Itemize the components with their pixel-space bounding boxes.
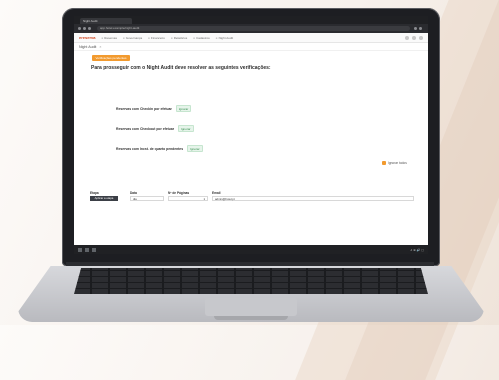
profile-icon[interactable] [419,27,422,30]
user-avatar[interactable] [419,35,423,40]
search-icon[interactable] [85,247,89,252]
trackpad [205,298,297,316]
nav-item-relatorios[interactable]: Relatórios [171,36,188,40]
apply-step-button[interactable]: Aplicar a etapa [90,196,118,201]
browser-tab[interactable]: Night Audit [80,18,132,24]
settings-icon[interactable] [412,35,416,40]
ignore-all-checkbox[interactable] [382,161,386,165]
date-field[interactable]: dia [130,196,164,201]
pages-field[interactable]: 1 [168,196,208,201]
check-label: Reservas com Checkout por efetuar [116,126,175,131]
back-icon[interactable] [78,27,81,30]
tab-night-audit[interactable]: Night Audit [79,45,96,49]
email-label: Email [212,191,221,195]
app-header: ereserva Reservas Governança Financeiro … [74,33,428,43]
windows-start-icon[interactable] [78,247,82,252]
header-actions [405,35,423,40]
ignore-badge[interactable]: Ignorar [178,125,194,132]
page-title: Para prosseguir com o Night Audit deve r… [91,65,271,71]
check-label: Reservas com Incst. de quarto pendentes [116,146,184,151]
app-logo[interactable]: ereserva [79,35,95,40]
browser-tab-label: Night Audit [83,19,98,23]
nav-item-financeiro[interactable]: Financeiro [148,36,165,40]
ignore-badge[interactable]: Ignorar [175,105,192,112]
page-tabs: Night Audit × [74,43,428,51]
browser-tabbar: Night Audit [74,16,428,24]
address-bar[interactable]: app.hotel.example/night-audit [97,26,410,31]
file-explorer-icon[interactable] [92,247,96,252]
laptop-keyboard [74,268,428,294]
notification-icon[interactable] [405,35,409,40]
os-taskbar: ∧ ⊕ 🔊 ▢ [74,245,428,254]
pages-label: Nº de Páginas [168,191,190,195]
browser-urlbar: app.hotel.example/night-audit [74,24,428,33]
check-item: Reservas com Checkout por efetuar Ignora… [116,125,194,132]
date-label: Data [130,191,137,195]
main-content: Verificações pendentes Para prosseguir c… [74,51,428,236]
check-item: Reservas com Checkin por efetuar Ignorar [116,105,192,112]
nav-item-reservas[interactable]: Reservas [101,36,117,40]
system-tray[interactable]: ∧ ⊕ 🔊 ▢ [410,248,424,252]
close-tab-icon[interactable]: × [99,45,101,49]
ignore-badge[interactable]: Ignorar [187,145,203,152]
nav-item-governanca[interactable]: Governança [123,36,142,40]
laptop-front-lip [214,316,288,320]
email-field[interactable]: admin@hotel.pt [212,196,414,201]
audit-form: Etapa Data Nº de Páginas Email Aplicar a… [90,191,414,201]
pending-checks-button[interactable]: Verificações pendentes [92,55,130,61]
extensions-icon[interactable] [414,27,417,30]
check-label: Reservas com Checkin por efetuar [116,106,172,111]
step-label: Etapa [90,191,99,195]
nav-item-night-audit[interactable]: Night Audit [216,36,234,40]
laptop-screen: Night Audit app.hotel.example/night-audi… [74,16,428,254]
forward-icon[interactable] [83,27,86,30]
nav-item-cadastros[interactable]: Cadastros [193,36,210,40]
check-item: Reservas com Incst. de quarto pendentes … [116,145,203,152]
ignore-all-option[interactable]: Ignorar todos [382,161,407,165]
ignore-all-label: Ignorar todos [388,161,407,165]
reload-icon[interactable] [88,27,91,30]
